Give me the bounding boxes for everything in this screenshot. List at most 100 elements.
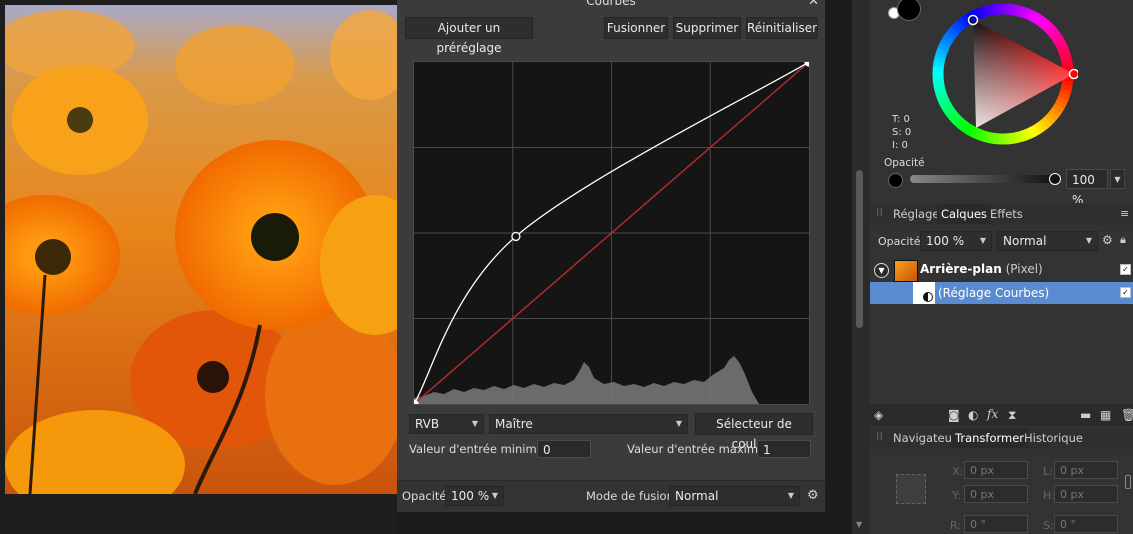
close-icon[interactable]: ✕ [808, 0, 819, 9]
hue-segment [1041, 19, 1053, 32]
trash-icon[interactable]: 🗑︎ [1121, 408, 1133, 422]
opacity-slider-knob[interactable] [1049, 173, 1061, 185]
panel-menu-icon[interactable]: ≡ [1120, 207, 1129, 221]
hue-segment [1037, 119, 1049, 132]
rotation-field[interactable]: 0 ° [964, 515, 1028, 533]
chevron-down-icon[interactable]: ▼ [1110, 169, 1125, 189]
hue-handle[interactable] [1068, 68, 1079, 80]
layers-panel: ⁞⁞ Réglage Calques Effets ≡ Opacité: 100… [870, 203, 1133, 403]
layer-row-background[interactable]: ▼ Arrière-plan (Pixel) ✓ [870, 259, 1133, 282]
opacity-slider[interactable] [910, 175, 1055, 183]
scrollbar-thumb[interactable] [856, 170, 863, 328]
hue-segment [1052, 103, 1065, 114]
hue-segment [974, 7, 984, 20]
delete-button[interactable]: Supprimer [673, 17, 741, 39]
hue-segment [954, 19, 966, 32]
right-panel: T: 0 S: 0 I: 0 Opacité 100 % ▼ ⁞⁞ Réglag… [870, 0, 1133, 534]
curve-control-point[interactable] [511, 231, 521, 242]
gear-icon[interactable]: ⚙ [807, 489, 819, 503]
merge-button[interactable]: Fusionner [604, 17, 668, 39]
hue-segment [982, 131, 991, 143]
chevron-down-icon: ▼ [787, 491, 794, 500]
hourglass-icon[interactable]: ⧗ [1008, 408, 1016, 422]
layers-stack-icon[interactable]: ◈ [874, 408, 883, 422]
hue-segment [937, 95, 950, 105]
height-field[interactable]: 0 px [1054, 485, 1118, 503]
lock-icon[interactable]: 🔒︎ [1120, 233, 1126, 247]
l-label: L: [1043, 465, 1053, 478]
width-field[interactable]: 0 px [1054, 461, 1118, 479]
link-icon[interactable] [1125, 475, 1131, 489]
mode-select[interactable]: Maître ▼ [489, 414, 688, 434]
expand-toggle-icon[interactable]: ▼ [874, 263, 889, 278]
hue-segment [1054, 100, 1067, 110]
tab-effets[interactable]: Effets [990, 204, 1023, 224]
add-preset-button[interactable]: Ajouter un préréglage [405, 17, 533, 55]
s-label: S: [1043, 519, 1054, 532]
t-value: T: 0 [892, 114, 910, 125]
adjustment-thumbnail [913, 282, 935, 304]
min-input-field[interactable]: 0 [537, 440, 591, 458]
hue-segment [978, 129, 987, 142]
hue-segment [934, 87, 947, 96]
layer-name: (Réglage Courbes) [938, 286, 1050, 300]
primary-color-swatch[interactable] [897, 0, 921, 21]
hue-segment [1061, 61, 1074, 69]
fx-icon[interactable]: fx [987, 407, 998, 421]
layers-blend-select[interactable]: Normal ▼ [997, 231, 1098, 251]
adjustment-icon[interactable]: ◐ [968, 408, 978, 422]
tab-transformer[interactable]: Transformer [951, 428, 1029, 448]
reset-button[interactable]: Réinitialiser [746, 17, 818, 39]
transform-panel: ⁞⁞ Navigateur Transformer Historique X: … [870, 427, 1133, 534]
hue-segment [978, 6, 988, 19]
color-wheel[interactable] [928, 0, 1078, 150]
blend-mode-select[interactable]: Normal ▼ [669, 486, 800, 506]
hue-segment [944, 106, 957, 118]
layer-type: (Pixel) [1005, 262, 1043, 276]
l-value: I: 0 [892, 140, 908, 151]
flower-image [5, 5, 397, 494]
layer-row-curves-adjustment[interactable]: (Réglage Courbes) ✓ [870, 282, 1133, 304]
tab-historique[interactable]: Historique [1024, 428, 1083, 448]
hue-segment [1056, 96, 1069, 106]
anchor-selector[interactable] [896, 474, 926, 504]
gear-icon[interactable]: ⚙ [1102, 233, 1113, 247]
hue-segment [1030, 124, 1041, 137]
canvas-photo[interactable] [0, 0, 397, 534]
color-panel: T: 0 S: 0 I: 0 Opacité 100 % ▼ [870, 0, 1133, 207]
hue-segment [1011, 4, 1019, 16]
hue-segment [1026, 126, 1037, 139]
curve-plot[interactable] [409, 57, 814, 409]
hue-segment [961, 121, 972, 134]
color-opacity-field[interactable]: 100 % [1066, 169, 1108, 207]
curves-graph[interactable] [409, 57, 814, 409]
folder-icon[interactable]: ▬ [1080, 408, 1091, 422]
layer-visibility-checkbox[interactable]: ✓ [1120, 287, 1131, 298]
color-picker-button[interactable]: Sélecteur de couleur [695, 413, 813, 451]
hue-segment [1022, 128, 1032, 141]
tab-calques[interactable]: Calques [937, 204, 991, 224]
x-field[interactable]: 0 px [964, 461, 1028, 479]
layer-visibility-checkbox[interactable]: ✓ [1120, 264, 1131, 275]
hue-segment [935, 91, 948, 101]
max-input-field[interactable]: 1 [757, 440, 811, 458]
hue-segment [965, 124, 976, 137]
mask-icon[interactable]: ◙ [948, 408, 960, 422]
scroll-down-icon[interactable]: ▼ [856, 520, 862, 529]
hue-segment [1061, 80, 1074, 87]
channel-select[interactable]: RVB ▼ [409, 414, 484, 434]
adjustment-icon [923, 292, 933, 302]
layers-opacity-select[interactable]: 100 % ▼ [920, 231, 992, 251]
opacity-select[interactable]: 100 % ▼ [445, 486, 504, 506]
shear-field[interactable]: 0 ° [1054, 515, 1118, 533]
r-label: R: [950, 519, 962, 532]
hue-segment [935, 47, 949, 56]
tab-reglage[interactable]: Réglage [893, 204, 939, 224]
new-layer-icon[interactable]: ▦ [1100, 408, 1111, 422]
tab-navigateur[interactable]: Navigateur [893, 428, 957, 448]
chevron-down-icon: ▼ [979, 236, 986, 245]
y-field[interactable]: 0 px [964, 485, 1028, 503]
hue-segment [941, 103, 954, 114]
panel-grip-icon[interactable]: ⁞⁞ [876, 430, 883, 443]
panel-grip-icon[interactable]: ⁞⁞ [876, 206, 883, 219]
